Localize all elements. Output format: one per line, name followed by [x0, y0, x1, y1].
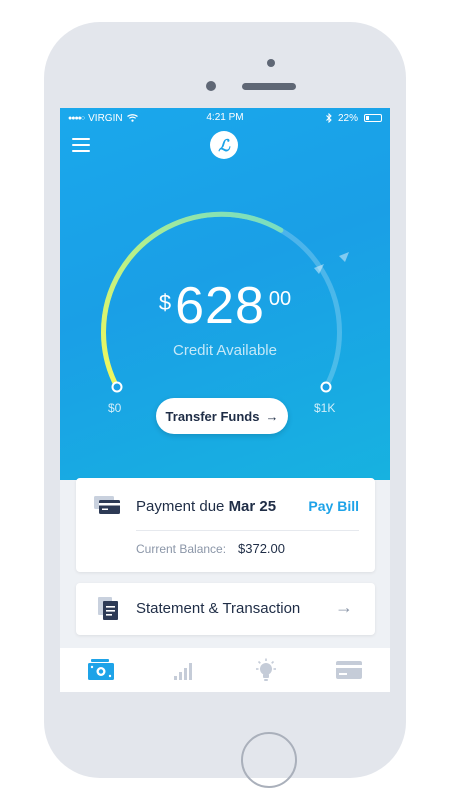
cash-icon — [88, 659, 115, 680]
range-min-label: $0 — [108, 401, 122, 415]
gauge-end-knob — [320, 381, 332, 393]
payment-due-label: Payment due — [136, 498, 225, 515]
tab-cards[interactable] — [308, 648, 391, 692]
transfer-funds-button[interactable]: Transfer Funds → — [156, 398, 288, 434]
card-divider — [136, 530, 359, 531]
lightbulb-icon — [256, 658, 277, 681]
chart-bars-icon — [173, 663, 192, 680]
arrow-right-icon: → — [265, 408, 279, 424]
pay-bill-link[interactable]: Pay Bill — [308, 498, 359, 514]
front-camera — [206, 81, 216, 91]
range-max-label: $1K — [314, 401, 336, 415]
credit-hero: ●●●●○ VIRGIN 4:21 PM 22% ℒ $ 628 00 Cred… — [60, 108, 390, 480]
tab-bar — [60, 648, 390, 692]
arrow-right-icon: → — [335, 597, 353, 617]
credit-card-icon — [94, 496, 120, 514]
amount-cents: 00 — [268, 288, 292, 310]
credit-amount: $ 628 00 — [60, 276, 390, 336]
tab-tips[interactable] — [225, 648, 308, 692]
gauge-start-knob — [111, 381, 123, 393]
current-balance-value: $372.00 — [238, 541, 285, 556]
payment-card: Payment due Mar 25 Pay Bill Current Bala… — [76, 478, 375, 572]
tab-insights[interactable] — [143, 648, 226, 692]
statement-label: Statement & Transaction — [136, 600, 301, 617]
amount-dollars: 628 — [175, 277, 265, 335]
gauge-tick-marker — [339, 252, 349, 262]
front-sensor — [267, 59, 275, 67]
currency-symbol: $ — [158, 290, 172, 315]
tab-home[interactable] — [60, 648, 143, 692]
earpiece-speaker — [242, 83, 296, 90]
card-icon — [335, 661, 362, 679]
statement-card[interactable]: Statement & Transaction → — [76, 583, 375, 635]
credit-available-label: Credit Available — [173, 342, 277, 359]
payment-due-date: Mar 25 — [228, 498, 277, 515]
document-icon — [98, 597, 118, 620]
home-button[interactable] — [241, 732, 297, 788]
app-screen: ●●●●○ VIRGIN 4:21 PM 22% ℒ $ 628 00 Cred… — [60, 108, 390, 692]
payment-due-text: Payment due Mar 25 — [136, 498, 276, 515]
transfer-funds-label: Transfer Funds — [165, 408, 260, 424]
current-balance-label: Current Balance: — [136, 542, 227, 556]
